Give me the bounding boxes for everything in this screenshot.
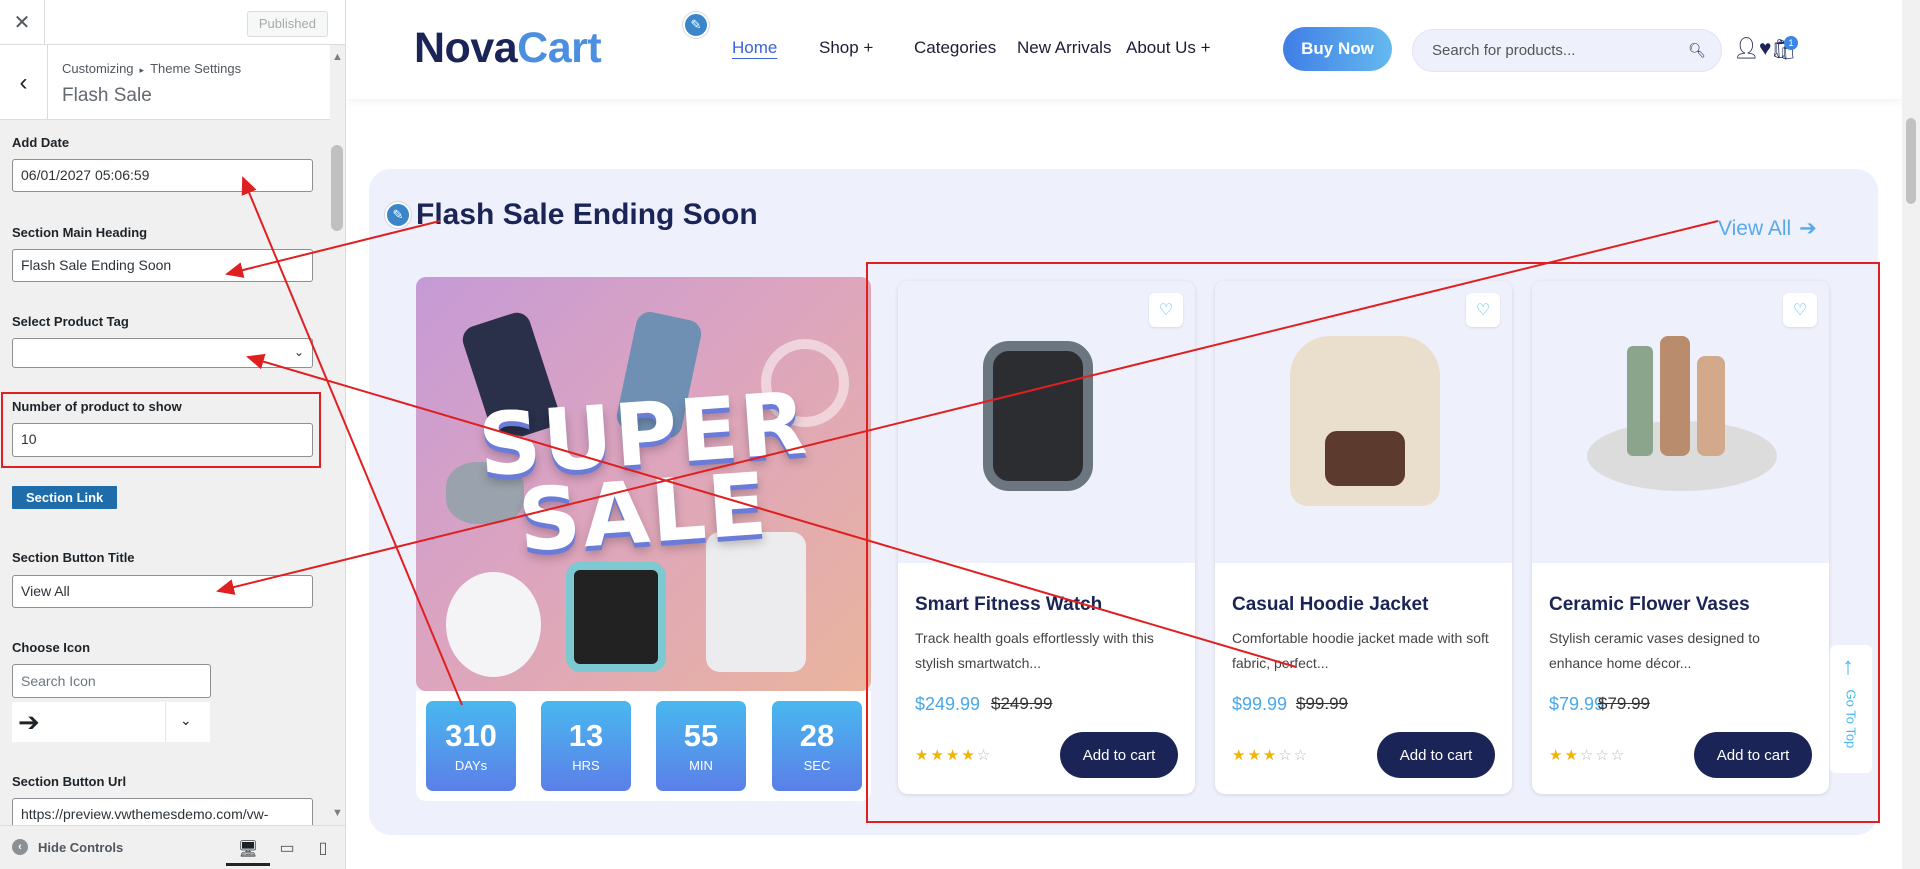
button-title-field[interactable]: View All — [12, 575, 313, 608]
flash-sale-heading: Flash Sale Ending Soon — [416, 198, 758, 231]
cart-count-badge: 1 — [1784, 36, 1798, 50]
countdown-seconds: 28 SEC — [772, 701, 862, 791]
chevron-down-icon: ⌄ — [293, 345, 304, 359]
site-preview: NovaCart ✎ Home Shop + Categories New Ar… — [346, 0, 1920, 869]
scroll-down-icon[interactable]: ▼ — [332, 807, 343, 819]
search-icon[interactable]: 🔍︎ — [1688, 30, 1706, 71]
controls-scroll-area[interactable]: Add Date 06/01/2027 05:06:59 Section Mai… — [0, 120, 330, 825]
arrow-up-icon: ↑ — [1842, 653, 1854, 680]
icon-picker[interactable]: ➔ ⌄ — [12, 702, 210, 742]
breadcrumb-parent: Theme Settings — [150, 61, 242, 76]
countdown-value: 28 — [799, 718, 835, 753]
section-title: Flash Sale — [62, 85, 152, 106]
scroll-thumb[interactable] — [1906, 118, 1916, 204]
countdown-value: 55 — [683, 718, 719, 753]
hide-controls-label: Hide Controls — [38, 839, 124, 855]
logo-part-2: Cart — [517, 24, 602, 72]
watch-image — [566, 562, 666, 672]
promo-banner[interactable]: SUPER SALE — [416, 277, 871, 691]
countdown-unit: MIN — [689, 758, 713, 773]
breadcrumb-root: Customizing — [62, 61, 134, 76]
nav-new-arrivals[interactable]: New Arrivals — [1017, 38, 1111, 58]
nav-about[interactable]: About Us + — [1126, 38, 1211, 58]
buy-now-button[interactable]: Buy Now — [1283, 27, 1392, 71]
search-input[interactable]: Search for products... 🔍︎ — [1412, 29, 1722, 72]
breadcrumb-separator: ▸ — [139, 65, 145, 75]
countdown-unit: SEC — [803, 758, 831, 773]
main-heading-label: Section Main Heading — [12, 225, 148, 240]
highlight-annotation-box — [866, 262, 1880, 823]
section-header: ‹ Customizing ▸ Theme Settings Flash Sale — [0, 45, 330, 120]
site-header: NovaCart ✎ Home Shop + Categories New Ar… — [346, 0, 1902, 99]
nav-categories[interactable]: Categories — [914, 38, 996, 58]
arrow-right-icon: ➔ — [18, 707, 40, 737]
view-all-label: View All — [1718, 216, 1792, 240]
collapse-icon: ‹ — [12, 839, 28, 855]
go-to-top-label: Go To Top — [1843, 689, 1859, 749]
countdown-timer: 310 DAYs 13 HRS 55 MIN 28 SEC — [416, 691, 871, 801]
countdown-unit: HRS — [572, 758, 600, 773]
icon-search-input[interactable]: Search Icon — [12, 664, 211, 698]
desktop-preview-icon[interactable]: 🖥 — [226, 834, 270, 866]
edit-pencil-icon[interactable]: ✎ — [683, 12, 709, 38]
divider — [165, 702, 166, 742]
preview-scrollbar[interactable] — [1902, 0, 1920, 869]
go-to-top-button[interactable]: ↑ Go To Top — [1830, 645, 1872, 773]
num-products-field[interactable]: 10 — [12, 423, 313, 457]
main-heading-field[interactable]: Flash Sale Ending Soon — [12, 249, 313, 282]
mobile-preview-icon[interactable]: ▯ — [311, 836, 335, 860]
nav-home[interactable]: Home — [732, 38, 777, 58]
section-link-tab[interactable]: Section Link — [12, 486, 118, 509]
search-placeholder: Search for products... — [1432, 42, 1576, 59]
choose-icon-label: Choose Icon — [12, 640, 91, 655]
button-url-label: Section Button Url — [12, 774, 127, 789]
num-products-label: Number of product to show — [12, 399, 182, 414]
countdown-value: 310 — [445, 718, 497, 753]
countdown-minutes: 55 MIN — [656, 701, 746, 791]
logo-part-1: Nova — [414, 24, 518, 72]
view-all-link[interactable]: View All ➔ — [1718, 216, 1817, 241]
scroll-up-icon[interactable]: ▲ — [332, 51, 343, 63]
user-icon[interactable]: 👤︎ — [1733, 37, 1760, 61]
customizer-panel: ✕ Published ‹ Customizing ▸ Theme Settings… — [0, 0, 346, 869]
chevron-down-icon[interactable]: ⌄ — [180, 712, 192, 729]
button-title-label: Section Button Title — [12, 550, 135, 565]
tablet-preview-icon[interactable]: ▭ — [275, 836, 299, 860]
heart-icon[interactable]: ♥ — [1759, 37, 1771, 61]
edit-pencil-icon[interactable]: ✎ — [385, 202, 411, 228]
arrow-right-icon: ➔ — [1799, 217, 1817, 240]
customizer-footer: ‹ Hide Controls 🖥 ▭ ▯ — [0, 825, 345, 869]
hide-controls-button[interactable]: ‹ Hide Controls — [12, 839, 123, 855]
site-logo[interactable]: NovaCart — [414, 24, 602, 73]
countdown-hours: 13 HRS — [541, 701, 631, 791]
customizer-scrollbar[interactable]: ▲ ▼ — [330, 45, 345, 825]
scroll-thumb[interactable] — [331, 145, 343, 231]
add-date-field[interactable]: 06/01/2027 05:06:59 — [12, 159, 313, 192]
back-arrow-icon[interactable]: ‹ — [0, 45, 48, 120]
product-tag-label: Select Product Tag — [12, 314, 129, 329]
add-date-label: Add Date — [12, 135, 70, 150]
product-tag-select[interactable]: ⌄ — [12, 338, 313, 368]
button-url-field[interactable]: https://preview.vwthemesdemo.com/vw- — [12, 798, 313, 825]
breadcrumb: Customizing ▸ Theme Settings — [62, 61, 241, 76]
countdown-days: 310 DAYs — [426, 701, 516, 791]
published-button[interactable]: Published — [246, 11, 328, 37]
close-icon[interactable]: ✕ — [0, 0, 45, 45]
countdown-value: 13 — [568, 718, 604, 753]
countdown-unit: DAYs — [454, 758, 488, 773]
customizer-topbar: ✕ Published — [0, 0, 345, 45]
egg-device-image — [446, 572, 541, 677]
nav-shop[interactable]: Shop + — [819, 38, 873, 58]
